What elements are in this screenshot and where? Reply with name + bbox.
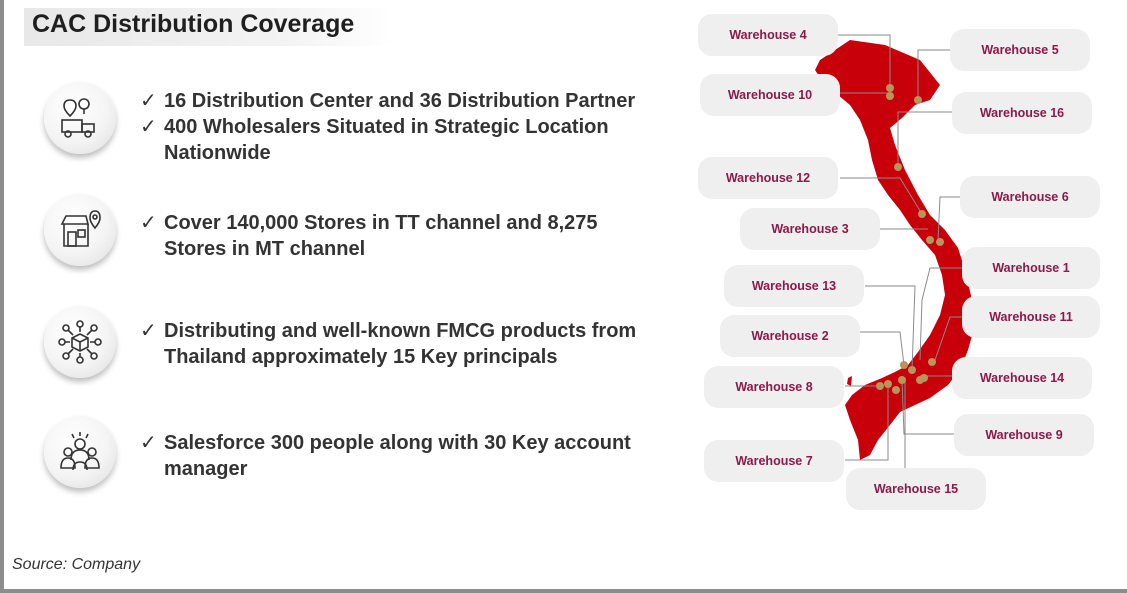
feature-4-line-2: manager [164, 458, 248, 480]
warehouse-label-8: Warehouse 8 [704, 366, 844, 408]
store-location-icon [44, 194, 116, 266]
warehouse-label-3: Warehouse 3 [740, 208, 880, 250]
warehouse-label-5: Warehouse 5 [950, 29, 1090, 71]
warehouse-label-16: Warehouse 16 [952, 92, 1092, 134]
marker-w3 [926, 236, 934, 244]
marker-w5 [914, 96, 922, 104]
warehouse-label-13: Warehouse 13 [724, 265, 864, 307]
marker-w9 [898, 376, 906, 384]
warehouse-label-15: Warehouse 15 [846, 468, 986, 510]
feature-1-line-2: 400 Wholesalers Situated in Strategic Lo… [164, 116, 609, 138]
feature-1-text: ✓ 16 Distribution Center and 36 Distribut… [140, 88, 635, 166]
warehouse-label-11: Warehouse 11 [962, 296, 1100, 338]
marker-w12 [918, 210, 926, 218]
marker-w15 [892, 386, 900, 394]
marker-w8 [876, 382, 884, 390]
feature-2-line-2: Stores in MT channel [164, 238, 366, 260]
warehouse-label-4: Warehouse 4 [698, 14, 838, 56]
marker-w6 [936, 238, 944, 246]
feature-4-text: ✓ Salesforce 300 people along with 30 Key… [140, 430, 631, 482]
marker-w7 [884, 380, 892, 388]
feature-4-line-1: Salesforce 300 people along with 30 Key … [164, 432, 631, 454]
feature-1-line-1: 16 Distribution Center and 36 Distributi… [164, 90, 636, 112]
marker-w2 [900, 361, 908, 369]
check-icon: ✓ [140, 432, 157, 454]
warehouse-label-7: Warehouse 7 [704, 440, 844, 482]
marker-w13 [908, 366, 916, 374]
marker-w16 [894, 163, 902, 171]
island-phu-quoc [847, 376, 852, 386]
salesforce-team-icon [44, 416, 116, 488]
check-icon: ✓ [140, 90, 157, 112]
feature-2-text: ✓ Cover 140,000 Stores in TT channel and … [140, 210, 598, 262]
leader-w2 [860, 331, 905, 366]
source-note: Source: Company [12, 556, 141, 573]
warehouse-label-14: Warehouse 14 [952, 357, 1092, 399]
check-icon: ✓ [140, 116, 157, 138]
feature-1-line-3: Nationwide [164, 142, 271, 164]
delivery-truck-location-icon [44, 82, 116, 154]
marker-w14 [916, 376, 924, 384]
warehouse-label-10: Warehouse 10 [700, 74, 840, 116]
feature-2-line-1: Cover 140,000 Stores in TT channel and 8… [164, 212, 598, 234]
warehouse-label-2: Warehouse 2 [720, 315, 860, 357]
page-title: CAC Distribution Coverage [32, 10, 355, 38]
check-icon: ✓ [140, 212, 157, 234]
warehouse-label-9: Warehouse 9 [954, 414, 1094, 456]
leader-w16 [897, 111, 952, 165]
warehouse-label-1: Warehouse 1 [962, 247, 1100, 289]
check-icon: ✓ [140, 320, 157, 342]
marker-w10 [886, 92, 894, 100]
marker-w4 [886, 84, 894, 92]
feature-3-line-1: Distributing and well-known FMCG product… [164, 320, 637, 342]
feature-3-text: ✓ Distributing and well-known FMCG produc… [140, 318, 636, 370]
warehouse-label-12: Warehouse 12 [698, 157, 838, 199]
feature-3-line-2: Thailand approximately 15 Key principals [164, 346, 558, 368]
product-network-icon [44, 306, 116, 378]
leader-w13 [865, 285, 916, 371]
marker-w1 [928, 358, 936, 366]
warehouse-label-6: Warehouse 6 [960, 176, 1100, 218]
